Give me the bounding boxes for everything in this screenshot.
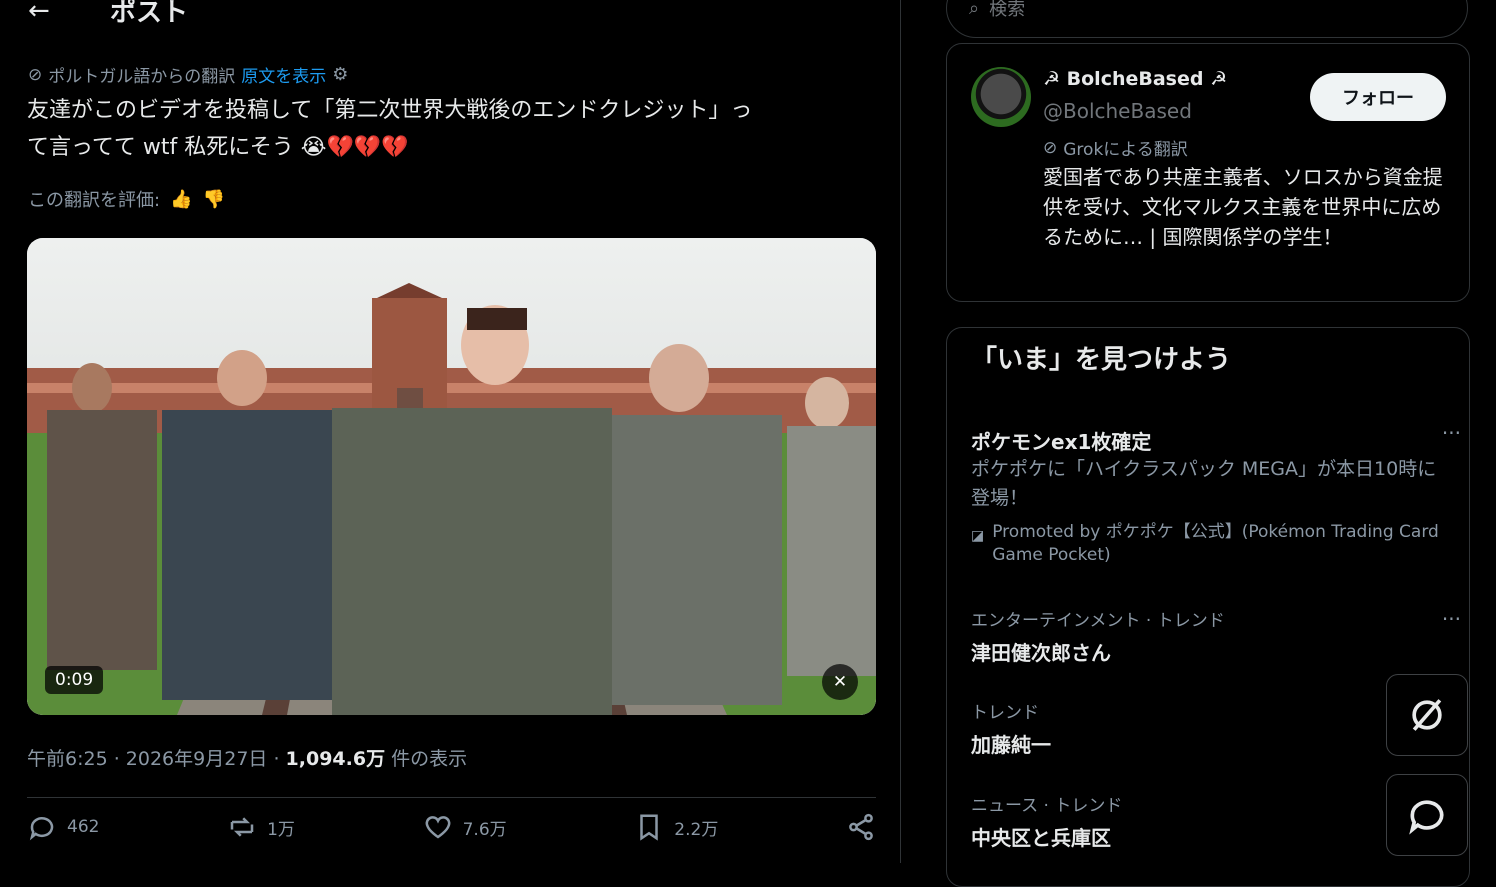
share-icon xyxy=(849,813,873,841)
post-text-line1: 友達がこのビデオを投稿して「第二次世界大戦後のエンドクレジット」っ xyxy=(27,98,753,123)
views-count: 1,094.6万 xyxy=(285,748,386,770)
rate-translation: この翻訳を評価: 👍 👎 xyxy=(28,186,225,212)
post-meta: 午前6:25 · 2026年9月27日 · 1,094.6万 件の表示 xyxy=(27,744,467,771)
profile-card[interactable]: ☭ BolcheBased ☭ @BolcheBased フォロー ⊘ Grok… xyxy=(946,43,1470,302)
promoted-text: Promoted by ポケポケ【公式】(Pokémon Trading Car… xyxy=(992,522,1439,565)
trend-title: 中央区と兵庫区 xyxy=(971,826,1111,850)
trend-category: ニュース · トレンド xyxy=(971,796,1123,816)
top-bar: ← ポスト xyxy=(0,0,899,32)
thumbs-up-icon[interactable]: 👍 xyxy=(170,189,192,210)
views-label: 件の表示 xyxy=(385,748,468,770)
reply-button[interactable]: 462 xyxy=(27,812,99,842)
main-column: ← ポスト ⊘ ポルトガル語からの翻訳 原文を表示 ⚙ 友達がこのビデオを投稿し… xyxy=(0,0,901,863)
search-icon: ⌕ xyxy=(969,0,980,19)
grok-button[interactable] xyxy=(1386,674,1468,756)
translation-label: ポルトガル語からの翻訳 xyxy=(48,67,236,87)
trend-item[interactable]: エンターテインメント · トレンド 津田健次郎さん ··· xyxy=(971,606,1461,666)
trend-description: ポケポケに「ハイクラスパック MEGA」が本日10時に登場！ xyxy=(971,458,1437,509)
rate-label: この翻訳を評価: xyxy=(28,190,161,211)
profile-name[interactable]: ☭ BolcheBased ☭ xyxy=(1043,68,1227,90)
share-button[interactable] xyxy=(846,812,876,842)
video-player[interactable]: 0:09 ✕ xyxy=(27,238,876,715)
repost-icon xyxy=(230,817,254,837)
trend-title: ポケモンex1枚確定 xyxy=(971,430,1152,454)
reply-count: 462 xyxy=(67,817,100,837)
repost-button[interactable]: 1万 xyxy=(227,812,295,842)
like-button[interactable]: 7.6万 xyxy=(423,812,507,842)
explore-title: 「いま」を見つけよう xyxy=(971,345,1232,375)
post-text: 友達がこのビデオを投稿して「第二次世界大戦後のエンドクレジット」っ て言ってて … xyxy=(27,92,877,166)
trend-title: 加藤純一 xyxy=(971,733,1051,757)
grok-icon: ⊘ xyxy=(28,64,43,85)
avatar[interactable] xyxy=(971,67,1031,127)
search-input[interactable]: ⌕ 検索 xyxy=(946,0,1468,38)
arrow-left-icon[interactable]: ← xyxy=(28,0,50,26)
post-text-line2: て言ってて wtf 私死にそう 😭💔💔💔 xyxy=(27,135,409,160)
grok-icon xyxy=(1412,699,1442,731)
more-options-icon[interactable]: ··· xyxy=(1442,421,1461,445)
search-placeholder: 検索 xyxy=(989,0,1026,20)
messages-button[interactable] xyxy=(1386,774,1468,856)
grok-translation-note: ⊘ Grokによる翻訳 xyxy=(1043,135,1188,161)
trend-category: エンターテインメント · トレンド xyxy=(971,611,1225,631)
reply-icon xyxy=(29,817,54,841)
chat-bubble-icon xyxy=(1409,800,1444,835)
follow-button[interactable]: フォロー xyxy=(1310,73,1446,121)
trend-item[interactable]: ニュース · トレンド 中央区と兵庫区 xyxy=(971,791,1451,851)
trend-title: 津田健次郎さん xyxy=(971,641,1111,665)
video-duration: 0:09 xyxy=(45,666,104,694)
grok-translation-label: Grokによる翻訳 xyxy=(1063,140,1188,160)
bookmark-icon xyxy=(640,814,659,841)
page-title: ポスト xyxy=(110,0,189,28)
bookmark-count: 2.2万 xyxy=(674,819,719,840)
profile-bio: 愛国者であり共産主義者、ソロスから資金提供を受け、文化マルクス主義を世界中に広め… xyxy=(1043,165,1443,249)
grok-icon: ⊘ xyxy=(1043,137,1058,158)
show-original-link[interactable]: 原文を表示 xyxy=(241,62,326,87)
gear-icon[interactable]: ⚙ xyxy=(332,64,348,85)
divider xyxy=(27,797,876,798)
bookmark-button[interactable]: 2.2万 xyxy=(634,812,718,842)
more-options-icon[interactable]: ··· xyxy=(1442,607,1461,631)
post-time: 午前6:25 · 2026年9月27日 · xyxy=(27,748,286,770)
promoted-icon: ◪ xyxy=(971,528,985,544)
profile-handle[interactable]: @BolcheBased xyxy=(1043,99,1192,123)
trend-item[interactable]: トレンド 加藤純一 xyxy=(971,698,1451,758)
like-count: 7.6万 xyxy=(462,819,507,840)
repost-count: 1万 xyxy=(267,819,295,840)
translation-note: ⊘ ポルトガル語からの翻訳 原文を表示 ⚙ xyxy=(28,62,348,87)
mute-icon[interactable]: ✕ xyxy=(822,664,858,700)
video-frame xyxy=(27,238,876,715)
promoted-label: ◪ Promoted by ポケポケ【公式】(Pokémon Trading C… xyxy=(971,521,1451,567)
trend-item[interactable]: ポケモンex1枚確定 ポケポケに「ハイクラスパック MEGA」が本日10時に登場… xyxy=(971,420,1461,567)
action-bar: 462 1万 7.6万 2.2万 xyxy=(27,812,876,842)
trend-category: トレンド xyxy=(971,703,1039,723)
heart-icon xyxy=(425,816,450,839)
thumbs-down-icon[interactable]: 👎 xyxy=(203,189,225,210)
